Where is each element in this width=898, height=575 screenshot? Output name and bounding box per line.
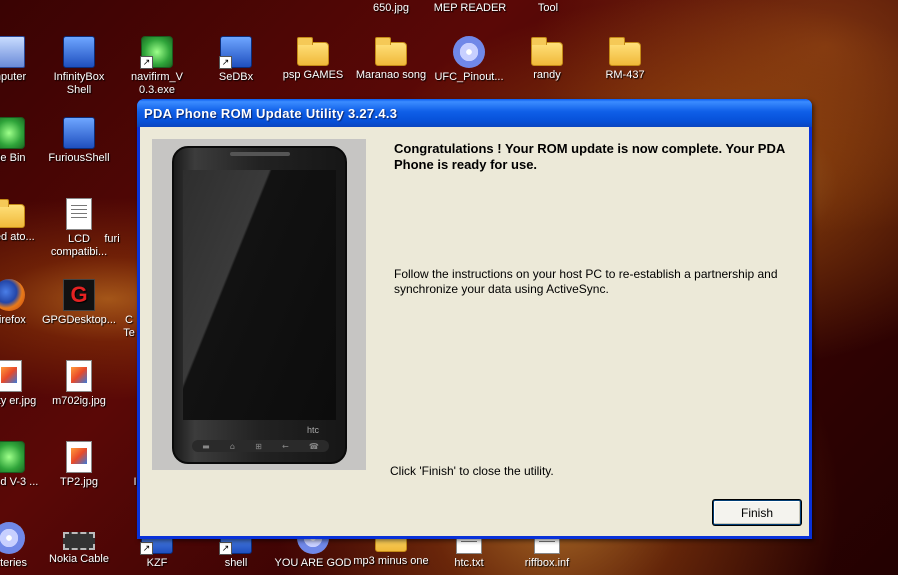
finish-button[interactable]: Finish — [713, 500, 801, 525]
phone-screen — [183, 170, 336, 420]
desktop-icon-sedbx[interactable]: SeDBx — [197, 36, 275, 84]
icon-label: m702ig.jpg — [52, 395, 106, 407]
desktop-icon-m702ig[interactable]: m702ig.jpg — [40, 360, 118, 408]
icon-label: Nokia Cable — [49, 553, 109, 565]
icon-label: YOU ARE GOD — [274, 557, 352, 569]
window-title: PDA Phone ROM Update Utility 3.27.4.3 — [144, 106, 398, 121]
back-icon: ← — [282, 441, 289, 451]
desktop-icon-furiousshell[interactable]: FuriousShell — [40, 117, 118, 165]
icon-label: htc.txt — [454, 557, 484, 569]
icon-label: RM-437 — [605, 69, 645, 81]
icon-label: InfinityBox Shell — [53, 71, 105, 96]
finish-button-label: Finish — [740, 505, 773, 520]
icon-label: KZF — [146, 557, 168, 569]
phone-image-panel: htc ▬ ⌂ ⊞ ← ☎ — [152, 139, 366, 470]
disc-icon — [0, 522, 25, 554]
desktop-icon-mep-reader[interactable]: MEP READER — [431, 2, 509, 15]
icon-label: a Lcd V-3 ... — [0, 476, 39, 488]
phone-button-icon: ▬ — [202, 441, 210, 451]
folder-icon — [297, 37, 329, 66]
windows-icon: ⊞ — [255, 441, 262, 451]
infinitybox-icon — [63, 36, 95, 68]
desktop-icon-randy[interactable]: randy — [508, 36, 586, 82]
icon-label: MEP READER — [433, 2, 507, 14]
folder-icon — [609, 37, 641, 66]
sedbx-icon — [219, 36, 252, 69]
desktop-icon-rm-437[interactable]: RM-437 — [586, 36, 664, 82]
rom-update-dialog: PDA Phone ROM Update Utility 3.27.4.3 ht… — [137, 99, 812, 539]
icon-label: TP2.jpg — [60, 476, 98, 488]
home-icon: ⌂ — [229, 441, 235, 451]
icon-label: navifirm_V 0.3.exe — [131, 71, 183, 96]
folder-icon — [0, 199, 25, 228]
icon-label: cle Bin — [0, 152, 26, 164]
icon-label: 650.jpg — [372, 2, 410, 14]
icon-label: Tool — [537, 2, 559, 14]
phone-speaker — [230, 152, 290, 156]
icon-label: mp3 minus one — [353, 555, 429, 567]
phone-buttons: ▬ ⌂ ⊞ ← ☎ — [192, 440, 329, 452]
icon-label: shell — [224, 557, 248, 569]
desktop-icon-tool[interactable]: Tool — [509, 2, 587, 15]
icon-label: riffbox.inf — [524, 557, 570, 569]
icon-label: Maranao song — [355, 69, 427, 81]
instructions-text: Follow the instructions on your host PC … — [394, 267, 778, 296]
desktop-icon-infinitybox-shell[interactable]: InfinityBox Shell — [40, 36, 118, 97]
end-call-icon: ☎ — [308, 441, 319, 451]
window-titlebar[interactable]: PDA Phone ROM Update Utility 3.27.4.3 — [137, 99, 812, 127]
desktop-icon-navifirm[interactable]: navifirm_V 0.3.exe — [118, 36, 196, 97]
desktop-icon-maranao-song[interactable]: Maranao song — [352, 36, 430, 82]
navifirm-icon — [140, 36, 173, 69]
phone-icon: htc ▬ ⌂ ⊞ ← ☎ — [172, 146, 347, 464]
icon-label: ranty er.jpg — [0, 395, 37, 407]
folder-icon — [531, 37, 563, 66]
icon-label: used ato... — [0, 231, 35, 243]
icon-label: psp GAMES — [282, 69, 344, 81]
desktop-icon-furi[interactable]: furi — [92, 233, 132, 246]
image-icon — [66, 441, 92, 473]
icon-label: GPGDesktop... — [42, 314, 116, 326]
chip-icon — [63, 532, 95, 550]
close-instruction-text: Click 'Finish' to close the utility. — [390, 464, 554, 478]
desktop-icon-tp2[interactable]: TP2.jpg — [40, 441, 118, 489]
icon-label: randy — [533, 69, 561, 81]
icon-label: furi — [104, 233, 120, 245]
desktop-icon-ufc-pinout[interactable]: UFC_Pinout... — [430, 36, 508, 84]
computer-icon — [0, 36, 25, 68]
icon-label: SeDBx — [218, 71, 254, 83]
icon-label: FuriousShell — [48, 152, 110, 164]
icon-label: atteries — [0, 557, 28, 569]
desktop-icon-gpgdesktop[interactable]: GPGDesktop... — [40, 279, 118, 327]
gpg-icon — [63, 279, 95, 311]
app-icon — [0, 441, 25, 473]
document-icon — [66, 198, 92, 230]
icon-label: UFC_Pinout... — [434, 71, 504, 83]
completion-heading: Congratulations ! Your ROM update is now… — [394, 141, 785, 172]
recycle-bin-icon — [0, 117, 25, 149]
folder-icon — [375, 37, 407, 66]
desktop-icon-psp-games[interactable]: psp GAMES — [274, 36, 352, 82]
icon-label: C Te — [123, 314, 135, 339]
icon-label: Firefox — [0, 314, 26, 326]
icon-label: mputer — [0, 71, 27, 83]
image-icon — [66, 360, 92, 392]
image-icon — [0, 360, 22, 392]
desktop-icon-650-jpg[interactable]: 650.jpg — [352, 2, 430, 15]
firefox-icon — [0, 279, 25, 311]
phone-brand-logo: htc — [306, 425, 319, 435]
disc-icon — [453, 36, 485, 68]
furiousshell-icon — [63, 117, 95, 149]
desktop-icon-nokia-cable[interactable]: Nokia Cable — [40, 522, 118, 566]
desktop-icon-lcd-compatibility[interactable]: LCD compatibi... — [40, 198, 118, 259]
